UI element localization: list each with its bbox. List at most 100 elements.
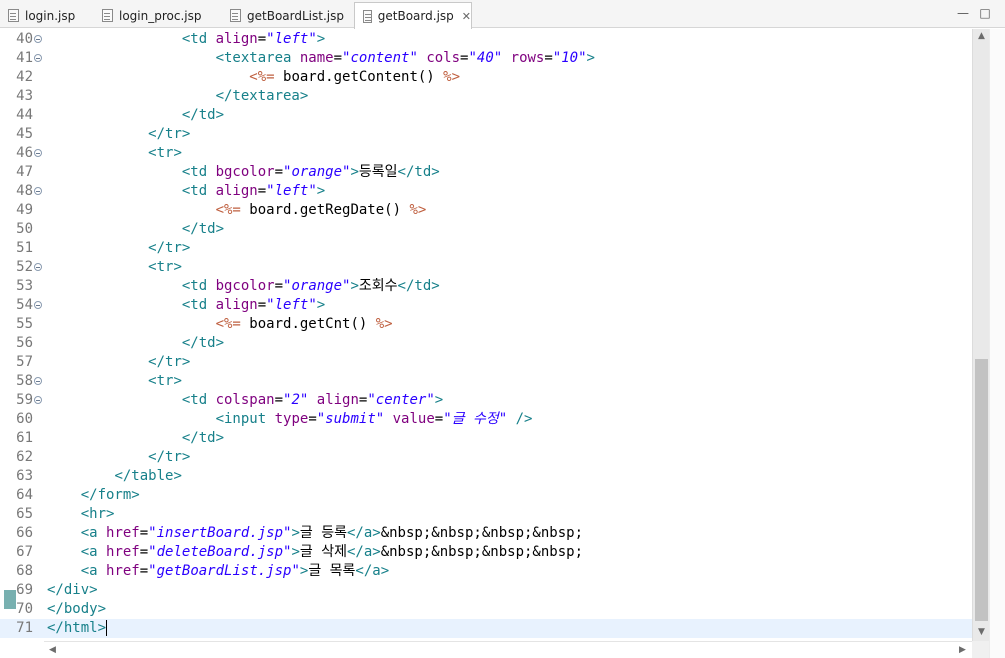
code-token: align bbox=[215, 297, 258, 313]
code-line[interactable]: 42 <%= board.getContent() %> bbox=[0, 68, 972, 87]
line-number: 60 bbox=[16, 411, 33, 427]
code-token: <textarea bbox=[215, 50, 300, 66]
code-token: <td bbox=[181, 392, 216, 408]
code-token: </tr> bbox=[148, 240, 191, 256]
code-line[interactable]: 43 </textarea> bbox=[0, 87, 972, 106]
fold-collapse-icon[interactable] bbox=[34, 187, 42, 195]
code-token: = bbox=[257, 183, 267, 199]
code-editor[interactable]: 40 <td align="left"> 41 <textarea name="c… bbox=[0, 29, 1005, 658]
code-line[interactable]: 52 <tr> bbox=[0, 258, 972, 277]
code-line[interactable]: 71 </html> bbox=[0, 619, 972, 638]
code-text: <tr> bbox=[47, 144, 182, 163]
vertical-scrollbar[interactable]: ▲ ▼ bbox=[972, 29, 989, 641]
scroll-right-arrow-icon[interactable]: ▶ bbox=[954, 645, 971, 655]
line-number: 57 bbox=[16, 354, 33, 370]
code-token: /> bbox=[515, 411, 533, 427]
fold-collapse-icon[interactable] bbox=[34, 263, 42, 271]
minimize-button[interactable]: — bbox=[956, 6, 970, 20]
code-line[interactable]: 55 <%= board.getCnt() %> bbox=[0, 315, 972, 334]
code-token: </body> bbox=[47, 601, 107, 617]
code-line[interactable]: 58 <tr> bbox=[0, 372, 972, 391]
code-line[interactable]: 45 </tr> bbox=[0, 125, 972, 144]
code-line[interactable]: 60 <input type="submit" value="글 수정" /> bbox=[0, 410, 972, 429]
code-token: "center" bbox=[367, 392, 435, 408]
code-token: = bbox=[434, 411, 444, 427]
code-line[interactable]: 49 <%= board.getRegDate() %> bbox=[0, 201, 972, 220]
code-token: "getBoardList.jsp" bbox=[148, 563, 300, 579]
horizontal-scrollbar[interactable]: ◀ ▶ bbox=[44, 641, 972, 658]
code-token: <a bbox=[80, 563, 107, 579]
code-line[interactable]: 59 <td colspan="2" align="center"> bbox=[0, 391, 972, 410]
scroll-left-arrow-icon[interactable]: ◀ bbox=[44, 645, 61, 655]
code-line[interactable]: 65 <hr> bbox=[0, 505, 972, 524]
code-line[interactable]: 68 <a href="getBoardList.jsp">글 목록</a> bbox=[0, 562, 972, 581]
code-line[interactable]: 47 <td bgcolor="orange">등록일</td> bbox=[0, 163, 972, 182]
code-token: = bbox=[257, 297, 267, 313]
maximize-button[interactable]: □ bbox=[978, 6, 992, 20]
code-token: <%= bbox=[215, 316, 241, 332]
code-line[interactable]: 44 </td> bbox=[0, 106, 972, 125]
line-number: 71 bbox=[16, 620, 33, 636]
code-line[interactable]: 56 </td> bbox=[0, 334, 972, 353]
code-line[interactable]: 51 </tr> bbox=[0, 239, 972, 258]
code-line[interactable]: 64 </form> bbox=[0, 486, 972, 505]
code-line[interactable]: 63 </table> bbox=[0, 467, 972, 486]
code-token: &nbsp;&nbsp;&nbsp;&nbsp; bbox=[380, 544, 583, 560]
scroll-up-arrow-icon[interactable]: ▲ bbox=[973, 31, 990, 41]
code-line[interactable]: 48 <td align="left"> bbox=[0, 182, 972, 201]
code-token: </a> bbox=[355, 563, 390, 579]
fold-collapse-icon[interactable] bbox=[34, 54, 42, 62]
code-text: </textarea> bbox=[47, 87, 309, 106]
code-line[interactable]: 70 </body> bbox=[0, 600, 972, 619]
code-line[interactable]: 41 <textarea name="content" cols="40" ro… bbox=[0, 49, 972, 68]
code-text: <input type="submit" value="글 수정" /> bbox=[47, 410, 533, 429]
code-line[interactable]: 69 </div> bbox=[0, 581, 972, 600]
code-line[interactable]: 40 <td align="left"> bbox=[0, 30, 972, 49]
code-token: align bbox=[316, 392, 359, 408]
code-token: align bbox=[215, 31, 258, 47]
code-line[interactable]: 67 <a href="deleteBoard.jsp">글 삭제</a>&nb… bbox=[0, 543, 972, 562]
code-token: %> bbox=[375, 316, 393, 332]
code-line[interactable]: 50 </td> bbox=[0, 220, 972, 239]
code-token: <hr> bbox=[80, 506, 115, 522]
code-token: </td> bbox=[181, 335, 225, 351]
code-token: = bbox=[139, 563, 149, 579]
tab-getboardlist-jsp[interactable]: getBoardList.jsp bbox=[222, 3, 354, 28]
code-line[interactable]: 54 <td align="left"> bbox=[0, 296, 972, 315]
line-number: 50 bbox=[16, 221, 33, 237]
fold-collapse-icon[interactable] bbox=[34, 301, 42, 309]
fold-collapse-icon[interactable] bbox=[34, 377, 42, 385]
code-line[interactable]: 62 </tr> bbox=[0, 448, 972, 467]
tab-login-jsp[interactable]: login.jsp bbox=[0, 3, 94, 28]
code-token: "2" bbox=[283, 392, 309, 408]
close-icon[interactable]: ✕ bbox=[462, 10, 471, 23]
fold-collapse-icon[interactable] bbox=[34, 35, 42, 43]
code-token: rows bbox=[510, 50, 545, 66]
code-token: 글 등록 bbox=[299, 525, 347, 541]
code-token: > bbox=[316, 31, 326, 47]
code-line[interactable]: 66 <a href="insertBoard.jsp">글 등록</a>&nb… bbox=[0, 524, 972, 543]
code-text: </td> bbox=[47, 429, 224, 448]
code-token: = bbox=[139, 525, 149, 541]
vertical-scroll-thumb[interactable] bbox=[975, 359, 988, 621]
tab-getboard-jsp[interactable]: getBoard.jsp ✕ bbox=[354, 2, 472, 29]
current-line-marker bbox=[4, 590, 16, 609]
tab-label: login.jsp bbox=[25, 8, 76, 23]
code-line[interactable]: 57 </tr> bbox=[0, 353, 972, 372]
fold-collapse-icon[interactable] bbox=[34, 396, 42, 404]
code-text: </tr> bbox=[47, 239, 190, 258]
fold-collapse-icon[interactable] bbox=[34, 149, 42, 157]
scroll-down-arrow-icon[interactable]: ▼ bbox=[973, 627, 990, 637]
tab-login-proc-jsp[interactable]: login_proc.jsp bbox=[94, 3, 222, 28]
code-token: <td bbox=[181, 183, 216, 199]
code-line[interactable]: 53 <td bgcolor="orange">조회수</td> bbox=[0, 277, 972, 296]
code-token: = bbox=[333, 50, 343, 66]
code-line[interactable]: 61 </td> bbox=[0, 429, 972, 448]
code-line[interactable]: 46 <tr> bbox=[0, 144, 972, 163]
